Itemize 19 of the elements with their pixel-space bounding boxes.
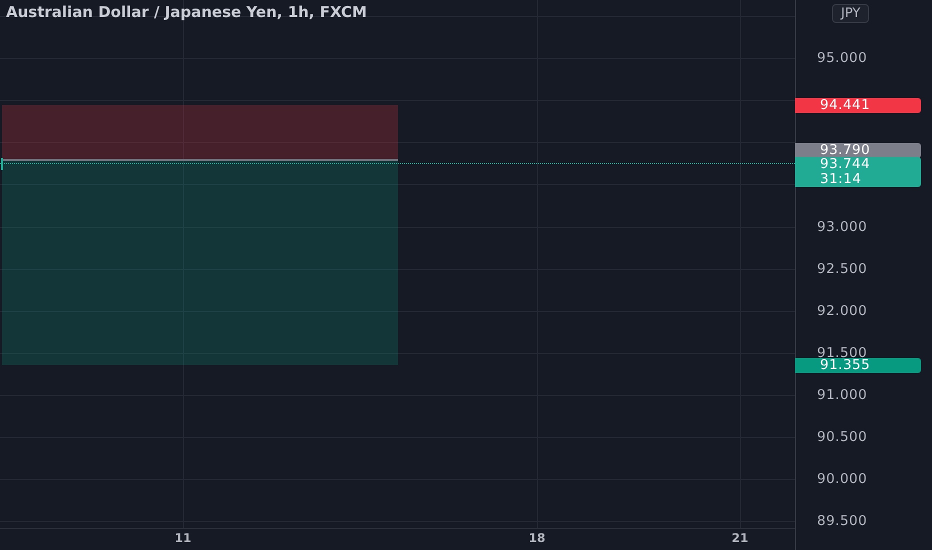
- price-tick: 92.500: [817, 260, 868, 277]
- price-tick: 95.000: [817, 50, 868, 66]
- chart-title: Australian Dollar / Japanese Yen, 1h, FXCM: [6, 3, 367, 21]
- price-label: 93.744 31:14: [795, 157, 921, 187]
- price-label: 91.355: [795, 358, 921, 373]
- price-tick: 91.000: [817, 386, 868, 403]
- price-tick: 89.500: [817, 513, 868, 530]
- price-label: 93.790: [795, 143, 921, 158]
- stop-loss-zone[interactable]: [2, 105, 398, 160]
- price-tick: 93.000: [817, 218, 868, 234]
- price-tick: 90.500: [817, 429, 868, 445]
- time-tick: 21: [732, 531, 748, 545]
- price-tick: 92.000: [817, 302, 868, 319]
- price-tick: 90.000: [817, 471, 868, 488]
- currency-button[interactable]: JPY: [832, 4, 870, 23]
- price-label: 94.441: [795, 98, 921, 113]
- take-profit-zone[interactable]: [2, 160, 398, 365]
- time-tick: 18: [528, 531, 546, 545]
- time-tick: 11: [174, 531, 192, 545]
